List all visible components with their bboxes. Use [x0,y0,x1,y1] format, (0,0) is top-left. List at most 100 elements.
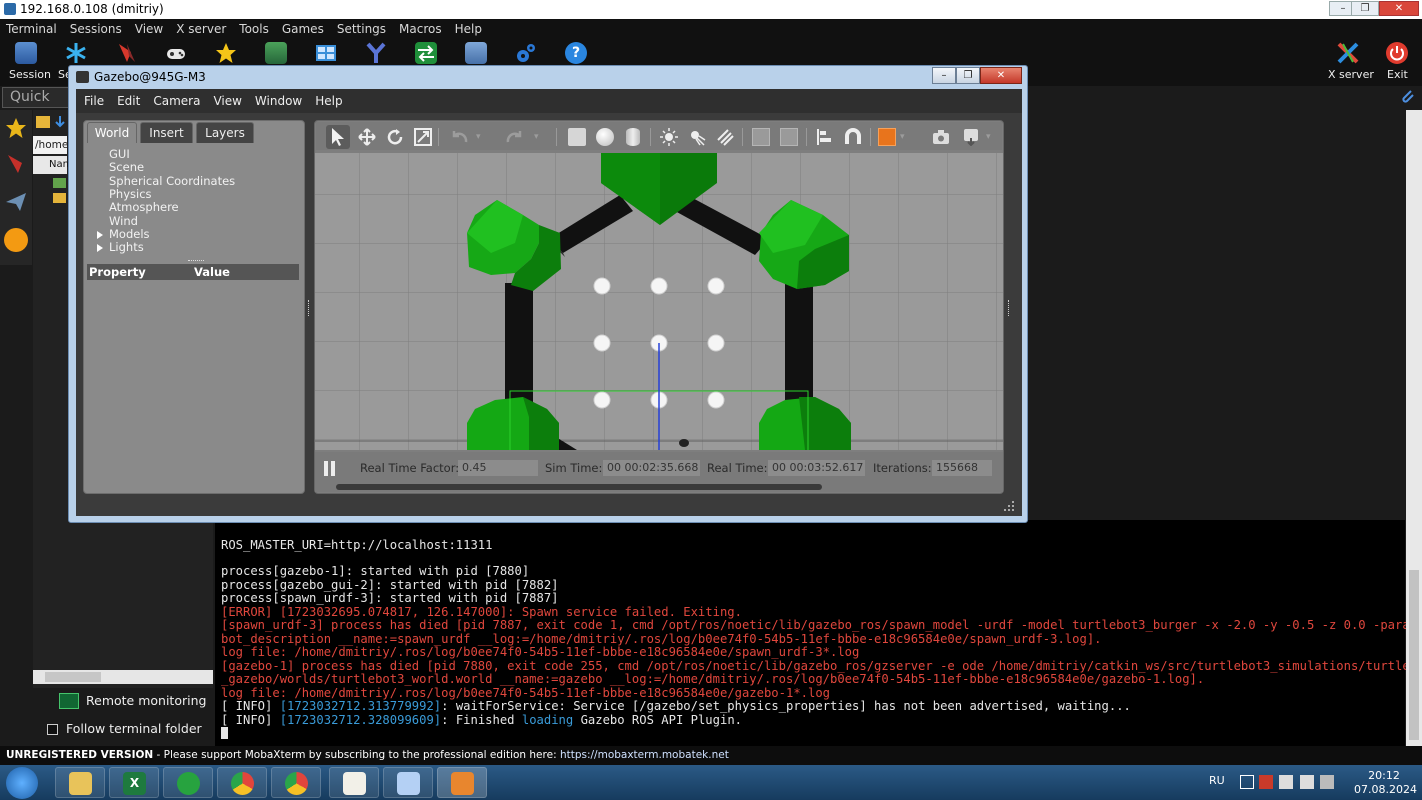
mobatek-link[interactable]: https://mobaxterm.mobatek.net [560,749,729,761]
right-splitter[interactable] [1008,300,1011,316]
taskbar-chrome-2[interactable] [271,767,321,798]
view-angle-cube-icon[interactable] [878,128,896,146]
taskbar-clock[interactable]: 20:12 07.08.2024 [1354,769,1417,797]
menu-terminal[interactable]: Terminal [6,22,57,36]
screenshot-camera-icon[interactable] [932,128,950,146]
taskbar-excel[interactable]: X [109,767,159,798]
side-horizontal-scrollbar[interactable] [33,670,213,684]
tab-layers[interactable]: Layers [196,122,254,143]
world-tree-scene[interactable]: Scene [109,160,144,174]
tab-insert[interactable]: Insert [140,122,193,143]
sphere-shape-icon[interactable] [596,128,614,146]
gazebo-maximize-button[interactable]: ❐ [956,67,980,84]
copy-icon[interactable] [752,128,770,146]
cylinder-shape-icon[interactable] [626,128,640,146]
gazebo-menu-edit[interactable]: Edit [117,94,140,108]
folder-green-icon[interactable] [53,178,66,188]
menu-settings[interactable]: Settings [337,22,386,36]
gazebo-minimize-button[interactable]: – [932,67,956,84]
macros-tab-icon[interactable] [4,228,28,252]
sessions-tab-star-icon[interactable] [4,116,28,140]
menu-view[interactable]: View [135,22,163,36]
tray-expand-icon[interactable] [1240,775,1254,789]
menu-sessions[interactable]: Sessions [70,22,122,36]
directional-light-icon[interactable] [716,128,734,146]
xserver-label[interactable]: X server [1328,68,1374,81]
snap-magnet-icon[interactable] [844,128,862,146]
menu-tools[interactable]: Tools [239,22,269,36]
games-gamepad-icon[interactable] [165,42,187,64]
gazebo-menu-view[interactable]: View [213,94,241,108]
gazebo-3d-viewport[interactable] [315,153,1003,450]
taskbar-mobaxterm[interactable] [437,767,487,798]
paste-icon[interactable] [780,128,798,146]
quick-connect-input[interactable]: Quick co [2,87,70,124]
taskbar-chrome-1[interactable] [217,767,267,798]
align-icon[interactable] [816,128,834,146]
maximize-button[interactable]: ❐ [1351,1,1379,16]
scale-mode-icon[interactable] [414,128,432,146]
world-tree-lights[interactable]: Lights [109,240,144,254]
path-field[interactable]: /home/ [33,136,72,154]
session-icon[interactable] [15,42,37,64]
tunneling-icon[interactable] [415,42,437,64]
pause-icon[interactable] [323,461,337,476]
log-recording-icon[interactable] [962,128,980,147]
redo-history-dropdown-icon[interactable]: ▾ [534,128,544,146]
menu-xserver[interactable]: X server [176,22,226,36]
gazebo-menu-help[interactable]: Help [315,94,342,108]
select-mode-arrow-icon[interactable] [326,125,350,149]
download-arrow-icon[interactable] [54,116,66,130]
rotate-mode-icon[interactable] [386,128,404,146]
splitter-handle[interactable] [188,260,204,262]
file-list-header[interactable]: Nan [33,156,69,174]
taskbar-explorer[interactable] [55,767,105,798]
tray-network-icon[interactable] [1259,775,1273,789]
sessions-star-icon[interactable] [65,42,87,64]
tools-tab-icon[interactable] [4,152,28,176]
follow-terminal-folder-checkbox[interactable] [47,724,58,735]
start-button-windows-icon[interactable] [6,767,38,799]
packages-download-icon[interactable] [465,42,487,64]
translate-mode-icon[interactable] [358,128,376,146]
menu-games[interactable]: Games [282,22,324,36]
portrait-icon[interactable] [265,42,287,64]
world-tree-wind[interactable]: Wind [109,214,138,228]
taskbar-qlik[interactable] [163,767,213,798]
taskbar-notepad[interactable] [383,767,433,798]
session-label[interactable]: Session [9,68,51,81]
expand-arrow-icon[interactable] [97,243,103,252]
favorites-star-icon[interactable] [215,42,237,64]
exit-label[interactable]: Exit [1387,68,1408,81]
view-angle-dropdown-icon[interactable]: ▾ [900,128,908,146]
redo-icon[interactable] [506,128,524,146]
world-tree-atmosphere[interactable]: Atmosphere [109,200,179,214]
tab-world[interactable]: World [87,122,137,143]
panel-splitter[interactable] [308,300,311,316]
settings-gears-icon[interactable] [515,42,537,64]
tray-flag-icon[interactable] [1320,775,1334,789]
terminal-scrollbar[interactable] [1406,110,1422,746]
close-button[interactable]: ✕ [1379,1,1419,16]
world-tree-gui[interactable]: GUI [109,147,130,161]
box-shape-icon[interactable] [568,128,586,146]
world-tree-spherical-coordinates[interactable]: Spherical Coordinates [109,174,235,188]
gazebo-menu-window[interactable]: Window [255,94,302,108]
split-windows-icon[interactable] [315,42,337,64]
world-tree-physics[interactable]: Physics [109,187,152,201]
gazebo-horizontal-scrollbar[interactable] [336,484,822,490]
spot-light-icon[interactable] [688,128,706,146]
undo-history-dropdown-icon[interactable]: ▾ [476,128,486,146]
language-indicator[interactable]: RU [1209,774,1225,787]
remote-monitoring-button[interactable]: Remote monitoring [59,688,213,714]
resize-grip-icon[interactable] [1004,500,1014,511]
menu-help[interactable]: Help [455,22,482,36]
taskbar-viewer[interactable] [329,767,379,798]
exit-power-icon[interactable] [1386,42,1408,64]
help-icon[interactable]: ? [565,42,587,64]
terminal-output[interactable]: ROS_MASTER_URI=http://localhost:11311 pr… [215,520,1422,746]
menu-macros[interactable]: Macros [399,22,442,36]
world-tree-models[interactable]: Models [109,227,150,241]
sftp-send-icon[interactable] [4,190,28,214]
toolbar-overflow-dropdown-icon[interactable]: ▾ [986,128,994,146]
